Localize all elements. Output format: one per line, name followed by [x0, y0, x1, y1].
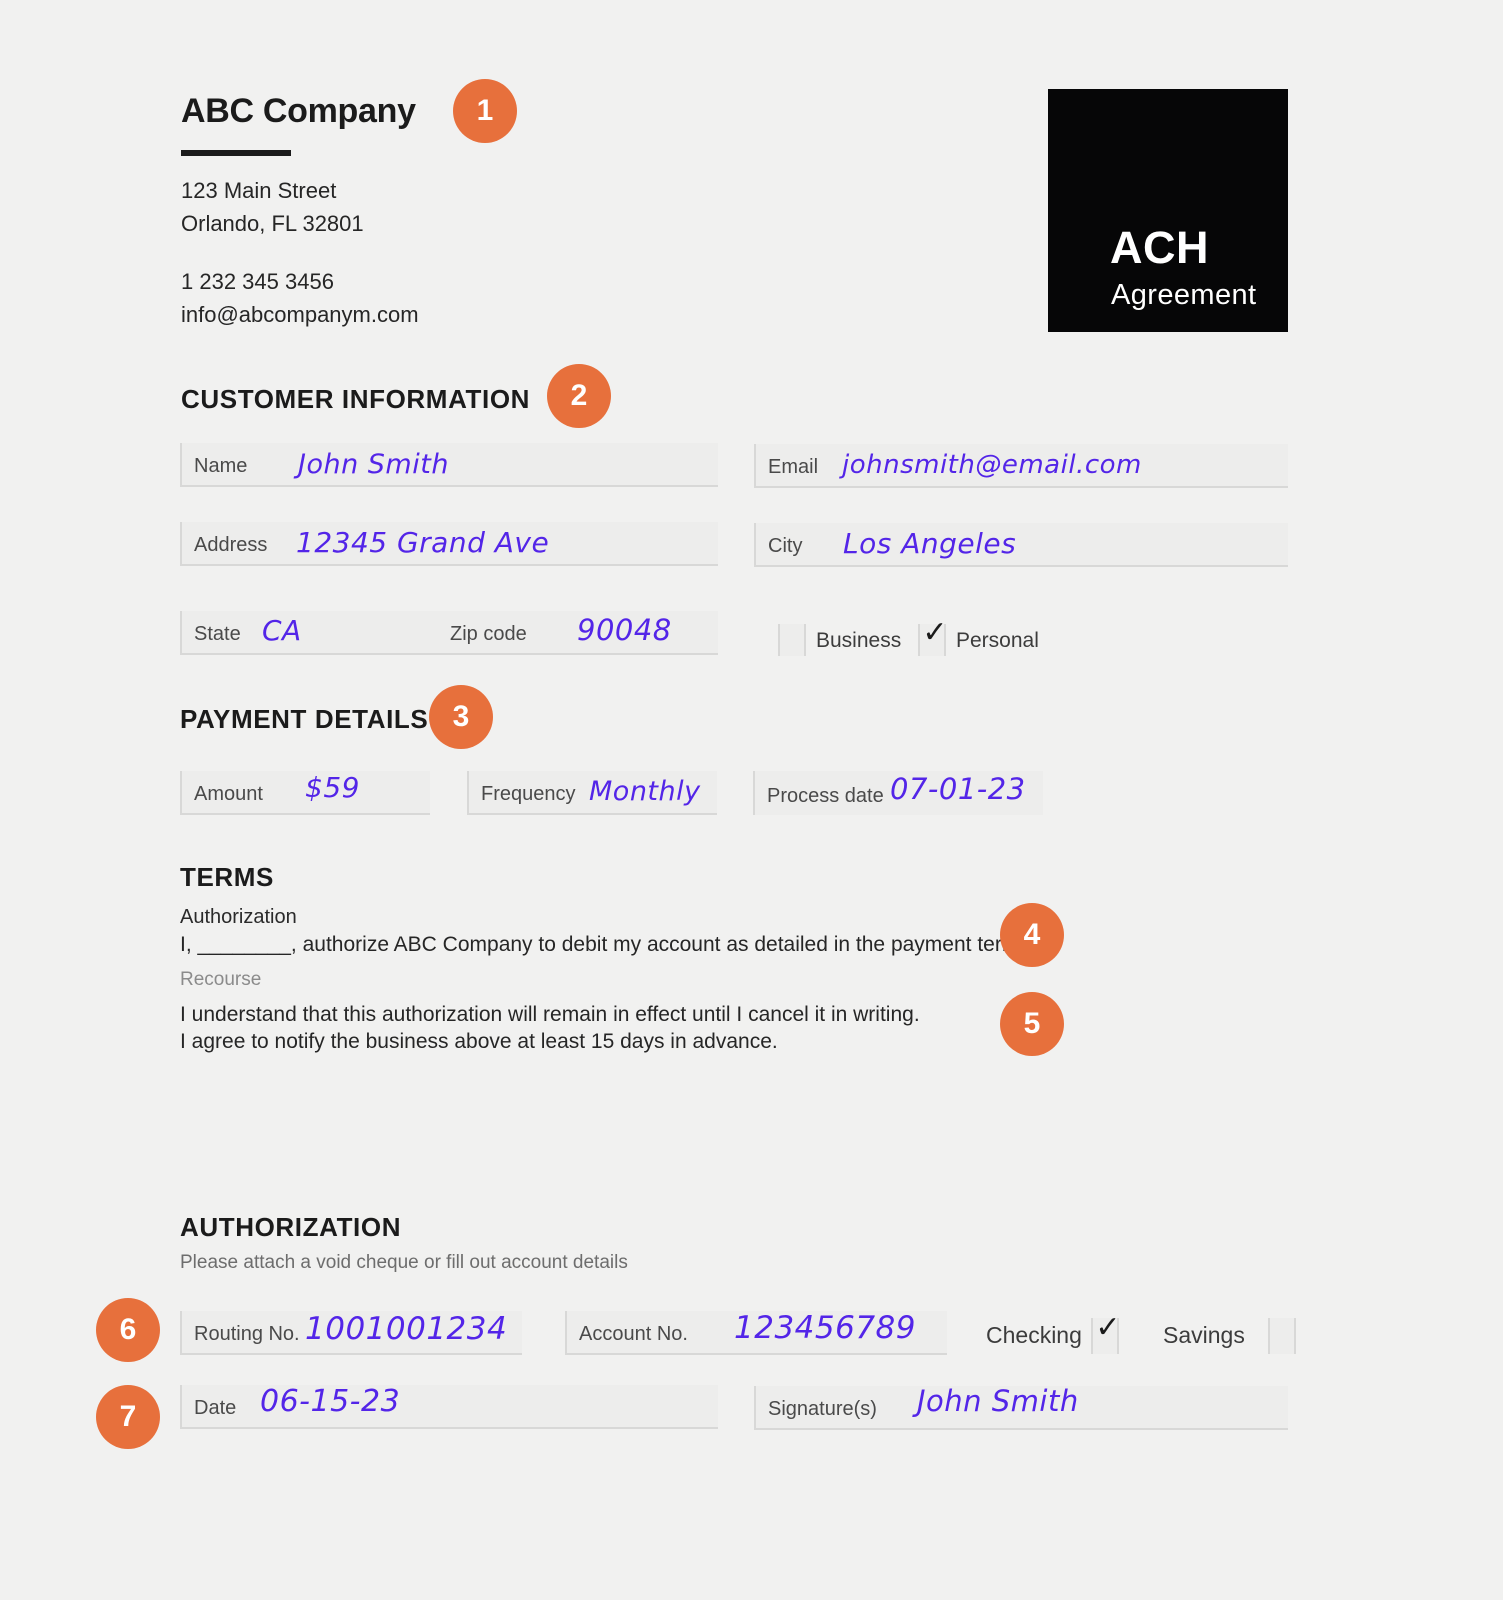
state-field-label: State [194, 623, 241, 645]
account-number-field-value: 123456789 [734, 1310, 917, 1346]
ach-agreement-document: ABC Company 123 Main Street Orlando, FL … [0, 0, 1503, 1600]
zip-code-field-value: 90048 [577, 613, 672, 647]
city-field-label: City [768, 535, 803, 557]
savings-checkbox-label: Savings [1163, 1322, 1245, 1348]
checking-checkbox[interactable]: ✓ [1091, 1311, 1121, 1354]
routing-number-field-label: Routing No. [194, 1323, 300, 1345]
savings-checkbox[interactable] [1268, 1318, 1296, 1354]
address-field-label: Address [194, 534, 268, 556]
business-checkbox-label: Business [816, 629, 902, 652]
logo-primary-text: ACH [1110, 222, 1209, 273]
name-field-label: Name [194, 455, 248, 477]
process-date-field-value: 07-01-23 [890, 772, 1026, 806]
signature-field-label: Signature(s) [768, 1398, 877, 1420]
customer-information-title: CUSTOMER INFORMATION [181, 384, 531, 414]
city-field-value: Los Angeles [843, 527, 1017, 560]
address-line-2: Orlando, FL 32801 [181, 211, 364, 236]
step-badge-5: 5 [1000, 992, 1064, 1056]
authorization-title: AUTHORIZATION [180, 1212, 402, 1242]
company-contact: 1 232 345 3456 info@abcompanym.com [181, 265, 419, 331]
company-address: 123 Main Street Orlando, FL 32801 [181, 174, 364, 240]
address-field-value: 12345 Grand Ave [296, 526, 550, 559]
amount-field-label: Amount [194, 783, 263, 805]
personal-checkbox[interactable]: ✓ [918, 616, 948, 656]
routing-number-field-value: 1001001234 [305, 1311, 508, 1347]
frequency-field-label: Frequency [481, 783, 576, 805]
amount-field-value: $59 [305, 771, 360, 804]
step-badge-7: 7 [96, 1385, 160, 1449]
account-number-field-label: Account No. [579, 1323, 688, 1345]
email-field-value: johnsmith@email.com [842, 450, 1142, 480]
name-field[interactable]: Name [180, 443, 718, 487]
step-badge-6: 6 [96, 1298, 160, 1362]
date-field-label: Date [194, 1397, 237, 1419]
frequency-field-value: Monthly [589, 776, 701, 807]
checking-checkbox-label: Checking [986, 1322, 1082, 1348]
company-email: info@abcompanym.com [181, 302, 419, 327]
step-badge-2: 2 [547, 364, 611, 428]
personal-checkbox-mark: ✓ [922, 616, 948, 649]
checking-checkbox-mark: ✓ [1095, 1311, 1121, 1344]
step-badge-4: 4 [1000, 903, 1064, 967]
authorization-subtitle: Please attach a void cheque or fill out … [180, 1252, 628, 1273]
business-checkbox[interactable] [778, 624, 806, 656]
zip-code-field-label: Zip code [450, 623, 527, 645]
date-field-value: 06-15-23 [260, 1384, 401, 1419]
email-field-label: Email [768, 456, 819, 478]
name-field-value: John Smith [298, 449, 449, 480]
business-checkbox-mark [782, 616, 808, 650]
address-line-1: 123 Main Street [181, 178, 337, 203]
personal-checkbox-label: Personal [956, 629, 1039, 652]
terms-authorization-label: Authorization [180, 906, 297, 928]
savings-checkbox-mark [1272, 1311, 1298, 1345]
company-name: ABC Company [181, 92, 416, 130]
terms-title: TERMS [180, 862, 274, 892]
company-phone: 1 232 345 3456 [181, 269, 334, 294]
step-badge-1: 1 [453, 79, 517, 143]
terms-recourse-line-2: I agree to notify the business above at … [180, 1030, 778, 1053]
ach-agreement-logo: ACH Agreement [1048, 89, 1288, 332]
payment-details-title: PAYMENT DETAILS [180, 704, 429, 734]
terms-authorization-text: I, ________, authorize ABC Company to de… [180, 933, 1036, 956]
signature-field-value: John Smith [917, 1384, 1079, 1418]
city-field[interactable]: City [754, 523, 1288, 567]
step-badge-3: 3 [429, 685, 493, 749]
process-date-field-label: Process date [767, 785, 884, 807]
title-underline-rule [181, 150, 291, 156]
terms-recourse-label: Recourse [180, 969, 262, 990]
logo-secondary-text: Agreement [1111, 279, 1257, 311]
state-field-value: CA [262, 614, 302, 647]
